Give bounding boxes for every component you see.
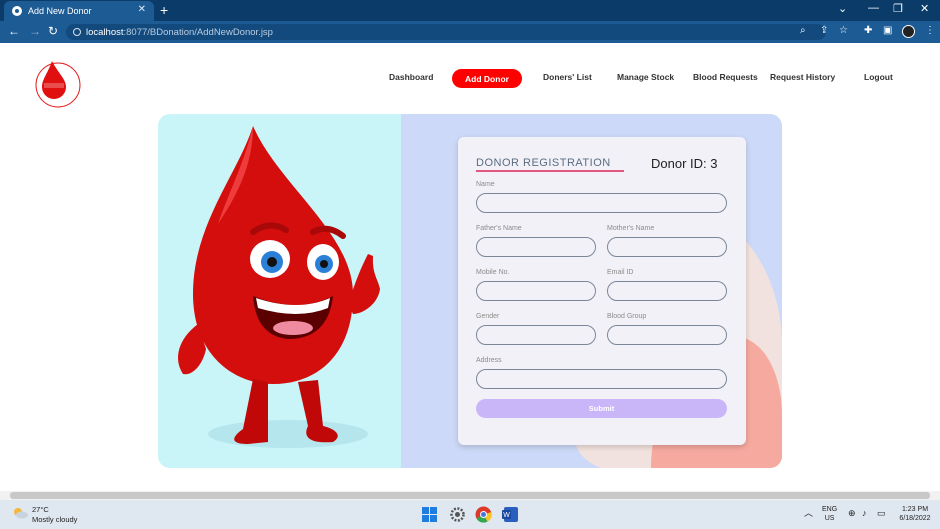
address-label: Address: [476, 357, 502, 364]
weather-temperature[interactable]: 27°C: [32, 505, 49, 514]
word-icon[interactable]: W: [502, 506, 519, 523]
minimize-icon[interactable]: —: [868, 2, 879, 14]
fathers-name-label: Father's Name: [476, 225, 522, 232]
nav-blood-requests[interactable]: Blood Requests: [693, 72, 758, 82]
menu-icon[interactable]: ⋮: [925, 25, 935, 36]
back-icon[interactable]: ←: [8, 24, 20, 38]
window-close-icon[interactable]: ✕: [920, 2, 929, 15]
site-info-icon[interactable]: [73, 28, 81, 36]
scrollbar-thumb[interactable]: [10, 492, 930, 499]
network-globe-icon[interactable]: ⊕: [848, 509, 856, 518]
clock[interactable]: 1:23 PM 6/18/2022: [895, 505, 935, 523]
form-title: DONOR REGISTRATION: [476, 157, 611, 169]
cloudy-weather-icon[interactable]: [12, 507, 28, 519]
browser-toolbar: ← → ↻ localhost:8077/BDonation/AddNewDon…: [0, 21, 940, 43]
mascot-panel: [158, 114, 401, 468]
url-host: localhost: [86, 26, 124, 38]
address-bar[interactable]: localhost:8077/BDonation/AddNewDonor.jsp: [66, 24, 826, 40]
settings-gear-icon[interactable]: [449, 506, 466, 523]
mobile-input[interactable]: [476, 281, 596, 301]
browser-tab-bar: Add New Donor ✕ + ⌄ — ❐ ✕: [0, 0, 940, 21]
url-path: :8077/BDonation/AddNewDonor.jsp: [123, 26, 273, 38]
chrome-icon[interactable]: [475, 506, 492, 523]
tab-search-icon[interactable]: ⌄: [838, 2, 847, 15]
nav-manage-stock[interactable]: Manage Stock: [617, 72, 674, 82]
battery-icon[interactable]: ▭: [877, 509, 886, 518]
reload-icon[interactable]: ↻: [48, 24, 58, 38]
gender-label: Gender: [476, 313, 500, 320]
tray-chevron-icon[interactable]: ︿: [804, 509, 813, 518]
share-icon[interactable]: ⇪: [820, 25, 828, 36]
tab-title: Add New Donor: [28, 6, 92, 16]
address-input[interactable]: [476, 369, 727, 389]
zoom-icon[interactable]: ⌕: [800, 25, 806, 36]
forward-icon[interactable]: →: [29, 24, 41, 38]
mothers-name-label: Mother's Name: [607, 225, 655, 232]
nav-add-donor[interactable]: Add Donor: [452, 69, 522, 88]
close-tab-icon[interactable]: ✕: [138, 4, 146, 15]
registration-card: DONOR REGISTRATION Donor ID: 3 Name Fath…: [158, 114, 782, 468]
name-label: Name: [476, 181, 495, 188]
nav-dashboard[interactable]: Dashboard: [389, 72, 433, 82]
mothers-name-input[interactable]: [607, 237, 727, 257]
side-panel-icon[interactable]: ▣: [883, 25, 892, 36]
extensions-icon[interactable]: ✚: [864, 25, 872, 36]
windows-taskbar: 27°C Mostly cloudy W ︿ ENG US ⊕ ♪ ▭ 1:23…: [0, 500, 940, 529]
fathers-name-input[interactable]: [476, 237, 596, 257]
volume-icon[interactable]: ♪: [862, 509, 867, 518]
clock-time: 1:23 PM: [901, 506, 929, 513]
email-label: Email ID: [607, 269, 634, 276]
donor-id-label: Donor ID: 3: [651, 156, 718, 171]
email-input[interactable]: [607, 281, 727, 301]
nav-logout[interactable]: Logout: [864, 72, 893, 82]
nav-request-history[interactable]: Request History: [770, 72, 835, 82]
title-underline: [476, 170, 624, 172]
donor-registration-form: DONOR REGISTRATION Donor ID: 3 Name Fath…: [458, 137, 746, 445]
blood-group-label: Blood Group: [607, 313, 647, 320]
page-content: Dashboard Add Donor Doners' List Manage …: [0, 43, 940, 491]
bookmark-star-icon[interactable]: ☆: [839, 25, 848, 36]
name-input[interactable]: [476, 193, 727, 213]
region-code: US: [824, 515, 835, 522]
restore-icon[interactable]: ❐: [893, 2, 903, 15]
weather-description[interactable]: Mostly cloudy: [32, 515, 77, 524]
horizontal-scrollbar[interactable]: [0, 491, 940, 500]
blood-donation-logo[interactable]: [34, 53, 82, 108]
clock-date: 6/18/2022: [899, 515, 931, 522]
browser-tab[interactable]: Add New Donor ✕: [4, 1, 154, 21]
svg-text:W: W: [503, 512, 510, 519]
new-tab-button[interactable]: +: [160, 2, 168, 18]
nav-doners-list[interactable]: Doners' List: [543, 72, 592, 82]
blood-group-input[interactable]: [607, 325, 727, 345]
profile-avatar[interactable]: [902, 25, 915, 38]
globe-icon: [12, 6, 22, 16]
windows-start-icon[interactable]: [421, 506, 438, 523]
gender-input[interactable]: [476, 325, 596, 345]
blood-drop-mascot-illustration: [178, 126, 380, 448]
language-code: ENG: [822, 506, 838, 513]
mobile-label: Mobile No.: [476, 269, 510, 276]
language-indicator[interactable]: ENG US: [822, 505, 837, 523]
submit-button[interactable]: Submit: [476, 399, 727, 418]
